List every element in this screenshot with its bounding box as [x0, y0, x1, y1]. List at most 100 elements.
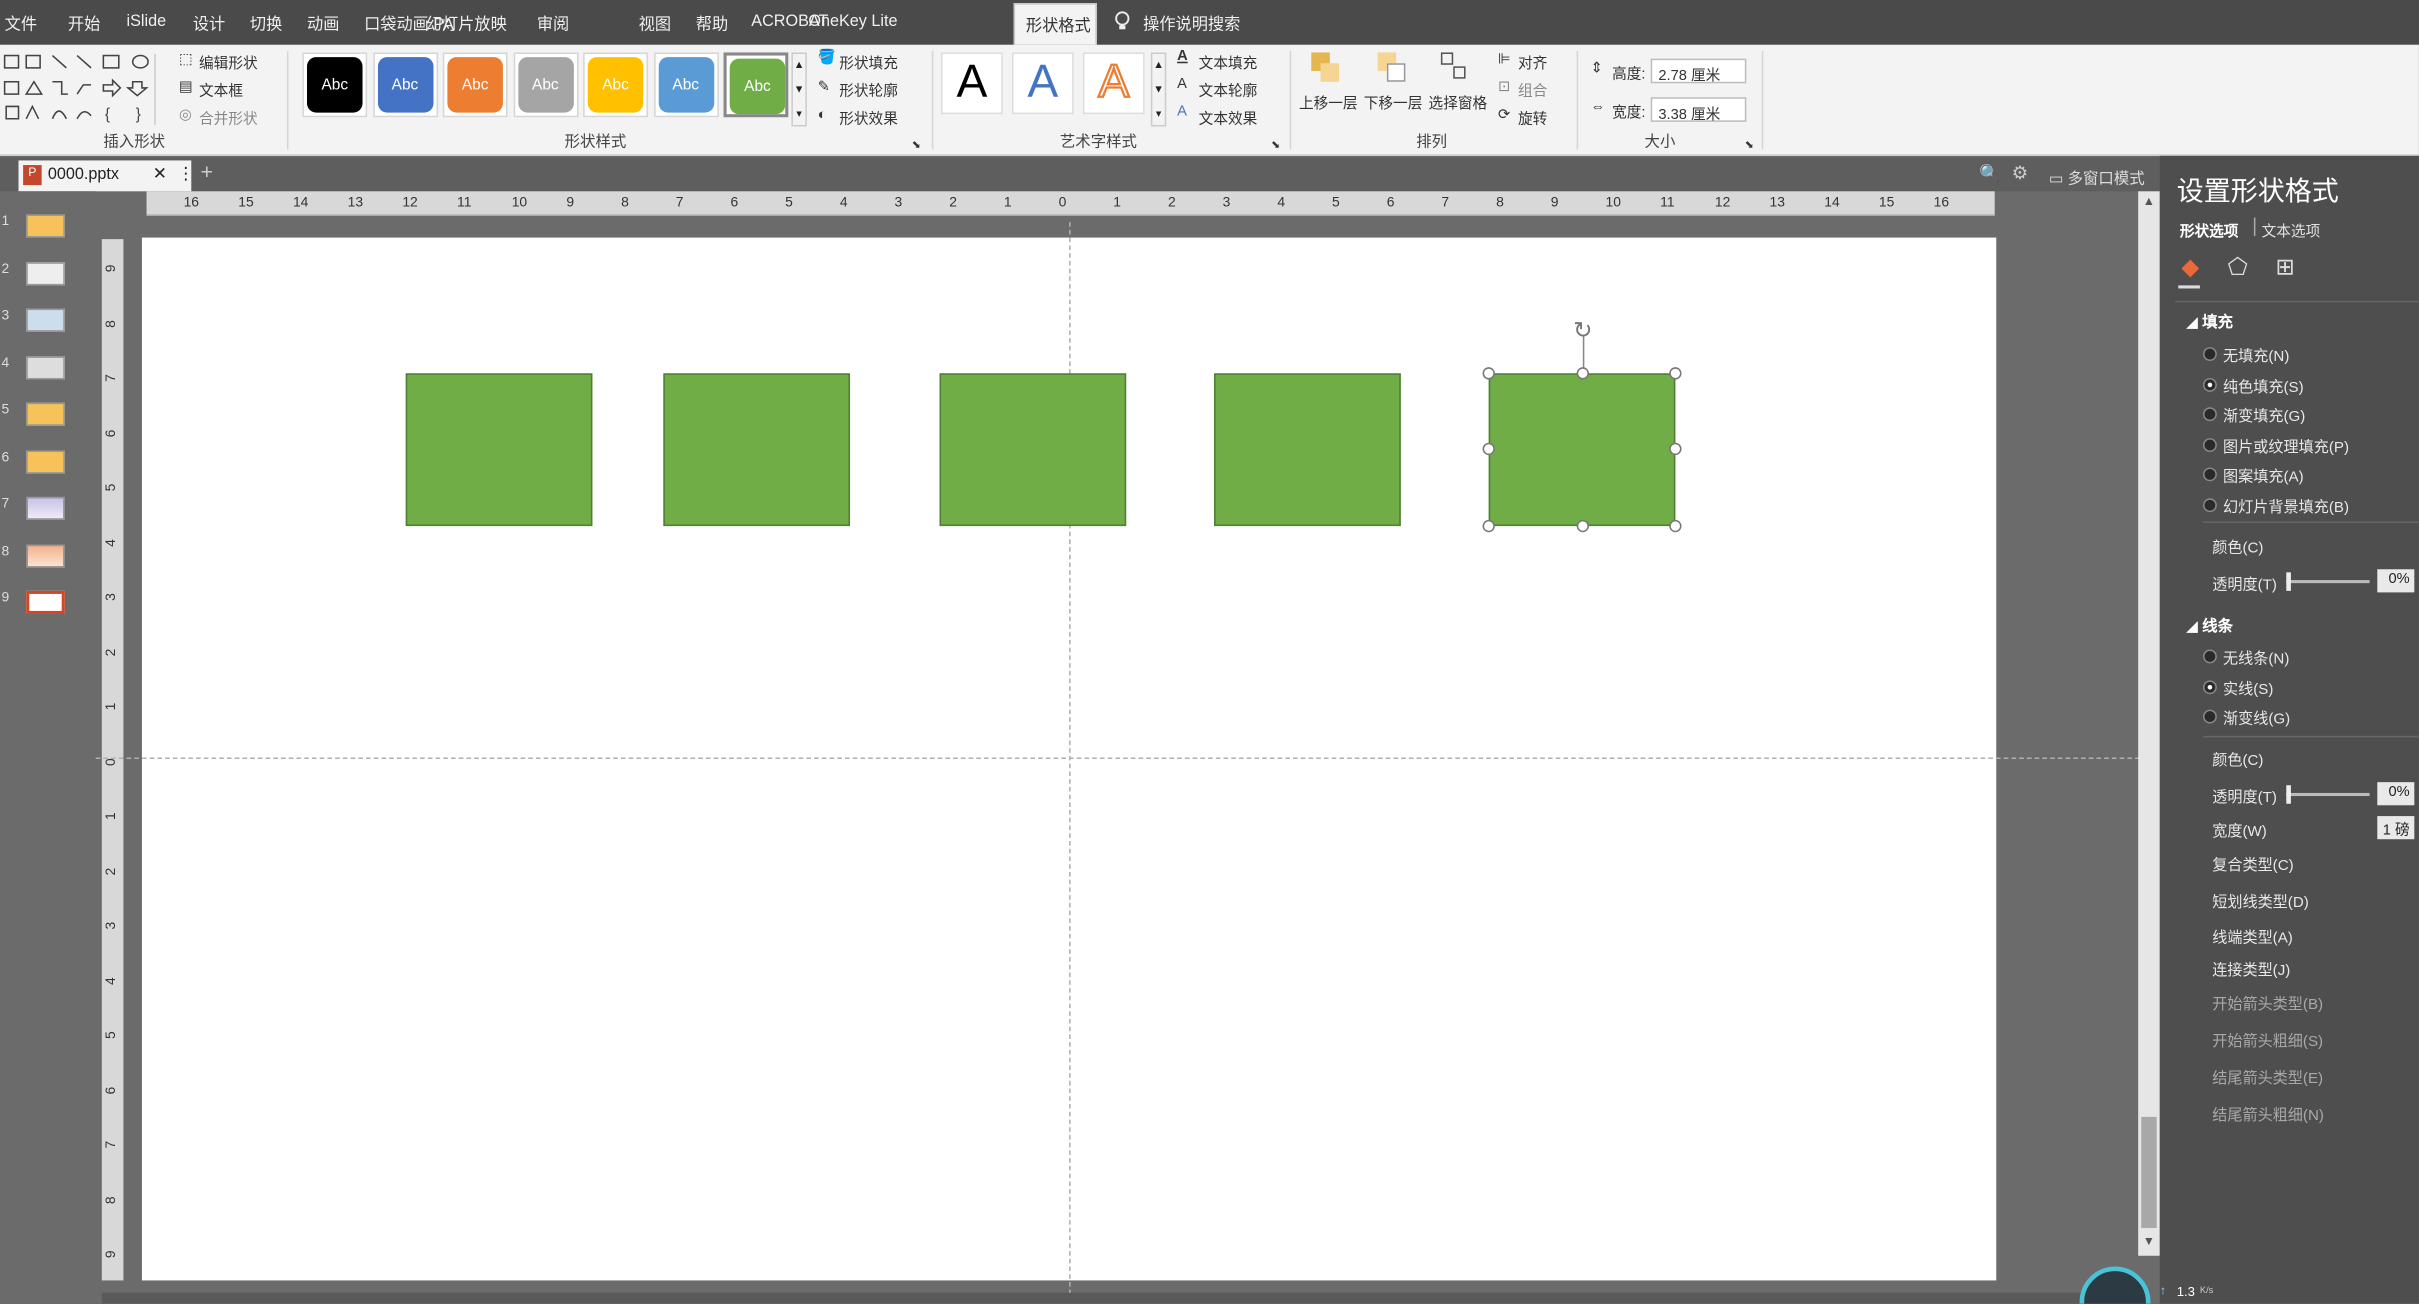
line-option-label[interactable]: 实线(S)	[2223, 676, 2273, 698]
fill-option-label[interactable]: 纯色填充(S)	[2223, 374, 2304, 396]
tab-shape-options[interactable]: 形状选项	[2180, 219, 2239, 241]
fill-option-radio[interactable]	[2202, 347, 2217, 361]
shape-gallery[interactable]: {}	[3, 51, 157, 131]
shape-style-swatch-3[interactable]: Abc	[442, 52, 508, 118]
rotate-button[interactable]: 旋转	[1518, 106, 1547, 128]
horizontal-guide[interactable]	[95, 757, 2148, 760]
menu-review[interactable]: 视图	[639, 12, 671, 35]
resize-handle-e[interactable]	[1669, 442, 1682, 456]
text-effects-button[interactable]: 文本效果	[1199, 106, 1258, 128]
align-button[interactable]: 对齐	[1518, 51, 1547, 73]
menu-home[interactable]: 开始	[68, 12, 100, 35]
vertical-scrollbar[interactable]: ▲ ▼	[2138, 191, 2160, 1256]
line-option-radio[interactable]	[2202, 679, 2217, 694]
send-backward-button[interactable]: 下移一层	[1364, 91, 1423, 113]
fill-option-radio[interactable]	[2202, 497, 2217, 512]
fill-option-label[interactable]: 无填充(N)	[2223, 344, 2289, 366]
menu-islide[interactable]: iSlide	[127, 12, 167, 31]
begin-arrow-size-dropdown[interactable]: 开始箭头粗细(S)	[2212, 1029, 2323, 1051]
width-input[interactable]: 3.38 厘米	[1650, 97, 1747, 123]
scroll-down-icon[interactable]: ▼	[2143, 1234, 2155, 1248]
tab-text-options[interactable]: 文本选项	[2262, 219, 2321, 241]
green-rectangle-1[interactable]	[405, 373, 593, 527]
line-width-input[interactable]: 1 磅	[2377, 816, 2415, 840]
green-rectangle-3[interactable]	[939, 373, 1127, 527]
effects-pentagon-icon[interactable]: ⬠	[2228, 253, 2248, 281]
fill-option-label[interactable]: 图案填充(A)	[2223, 464, 2304, 486]
slide-thumbnail-3[interactable]	[26, 308, 65, 332]
line-transparency-input[interactable]: 0%	[2377, 782, 2415, 806]
green-rectangle-2[interactable]	[663, 373, 851, 527]
resize-handle-ne[interactable]	[1669, 367, 1682, 380]
selection-pane-button[interactable]: 选择窗格	[1429, 91, 1488, 113]
menu-view[interactable]: 帮助	[696, 12, 728, 35]
resize-handle-n[interactable]	[1576, 367, 1589, 380]
scroll-up-icon[interactable]: ▲	[2143, 194, 2155, 208]
wordart-gallery-more-button[interactable]: ▲ ▼ ▾	[1150, 52, 1167, 127]
text-fill-button[interactable]: 文本填充	[1199, 51, 1258, 73]
bring-forward-button[interactable]: 上移一层	[1299, 91, 1358, 113]
join-type-dropdown[interactable]: 连接类型(J)	[2212, 958, 2290, 980]
fill-line-icon[interactable]: ◆	[2181, 253, 2199, 281]
line-option-label[interactable]: 无线条(N)	[2223, 646, 2289, 668]
resize-handle-w[interactable]	[1482, 442, 1495, 456]
line-color-label[interactable]: 颜色(C)	[2212, 748, 2263, 770]
slide-thumbnail-7[interactable]	[26, 496, 65, 520]
fill-transparency-slider[interactable]	[2286, 572, 2370, 591]
document-tab[interactable]: P 0000.pptx ✕ ⋮	[18, 160, 194, 192]
slide-thumbnail-2[interactable]	[26, 261, 65, 285]
dialog-launcher-icon[interactable]: ⬊	[912, 139, 921, 151]
tell-me-search[interactable]: 操作说明搜索	[1143, 12, 1240, 35]
text-outline-button[interactable]: 文本轮廓	[1199, 79, 1258, 100]
fill-option-radio[interactable]	[2202, 407, 2217, 422]
rotate-handle-icon[interactable]: ↻	[1567, 318, 1598, 346]
style-gallery-more-button[interactable]: ▲ ▼ ▾	[791, 52, 807, 127]
wordart-blue-sample[interactable]: A	[1012, 52, 1074, 115]
fill-option-radio[interactable]	[2202, 377, 2217, 392]
shape-style-swatch-2[interactable]: Abc	[372, 52, 438, 118]
fill-option-label[interactable]: 幻灯片背景填充(B)	[2223, 494, 2349, 516]
search-icon[interactable]: 🔍	[1979, 164, 2000, 184]
line-option-label[interactable]: 渐变线(G)	[2223, 707, 2290, 728]
shape-style-swatch-6[interactable]: Abc	[653, 52, 719, 118]
line-option-radio[interactable]	[2202, 649, 2217, 664]
menu-transitions[interactable]: 动画	[307, 12, 339, 35]
line-transparency-slider[interactable]	[2286, 785, 2370, 804]
shape-effects-button[interactable]: 形状效果	[839, 106, 898, 128]
size-properties-icon[interactable]: ⊞	[2275, 253, 2294, 281]
cap-type-dropdown[interactable]: 线端类型(A)	[2212, 926, 2293, 947]
fill-option-radio[interactable]	[2202, 467, 2217, 482]
fill-color-label[interactable]: 颜色(C)	[2212, 535, 2263, 557]
line-option-radio[interactable]	[2202, 709, 2217, 724]
slide-thumbnail-1[interactable]	[26, 214, 65, 238]
resize-handle-nw[interactable]	[1482, 367, 1495, 380]
merge-shapes-button[interactable]: 合并形状	[199, 106, 258, 128]
menu-file[interactable]: 文件	[5, 12, 37, 35]
fill-option-label[interactable]: 渐变填充(G)	[2223, 404, 2305, 426]
shape-style-swatch-4[interactable]: Abc	[512, 52, 578, 118]
menu-insert[interactable]: 设计	[193, 12, 225, 35]
resize-handle-s[interactable]	[1576, 519, 1589, 533]
new-tab-plus-icon[interactable]: +	[201, 159, 214, 184]
wordart-orange-outline-sample[interactable]: A	[1082, 52, 1145, 115]
tab-shape-format[interactable]: 形状格式	[1013, 3, 1097, 45]
fill-transparency-input[interactable]: 0%	[2377, 569, 2415, 593]
height-input[interactable]: 2.78 厘米	[1650, 58, 1747, 85]
slide-thumbnail-5[interactable]	[26, 402, 65, 426]
slide-thumbnail-4[interactable]	[26, 355, 65, 379]
menu-design[interactable]: 切换	[250, 12, 282, 35]
menu-slideshow[interactable]: 审阅	[537, 12, 569, 35]
multi-window-button[interactable]: ▭ 多窗口模式	[2049, 165, 2145, 188]
begin-arrow-type-dropdown[interactable]: 开始箭头类型(B)	[2212, 992, 2323, 1014]
end-arrow-size-dropdown[interactable]: 结尾箭头粗细(N)	[2212, 1103, 2324, 1125]
dash-type-dropdown[interactable]: 短划线类型(D)	[2212, 890, 2309, 912]
text-box-button[interactable]: 文本框	[199, 79, 243, 100]
shape-outline-button[interactable]: 形状轮廓	[839, 79, 898, 100]
fill-section-header[interactable]: ◢ 填充	[2186, 309, 2233, 332]
green-rectangle-4[interactable]	[1214, 373, 1401, 527]
shape-gallery-scroll[interactable]	[154, 53, 166, 125]
compound-type-dropdown[interactable]: 复合类型(C)	[2212, 853, 2293, 875]
close-icon[interactable]: ✕	[153, 164, 167, 184]
slide-thumbnail-6[interactable]	[26, 449, 65, 473]
line-section-header[interactable]: ◢ 线条	[2186, 612, 2233, 636]
